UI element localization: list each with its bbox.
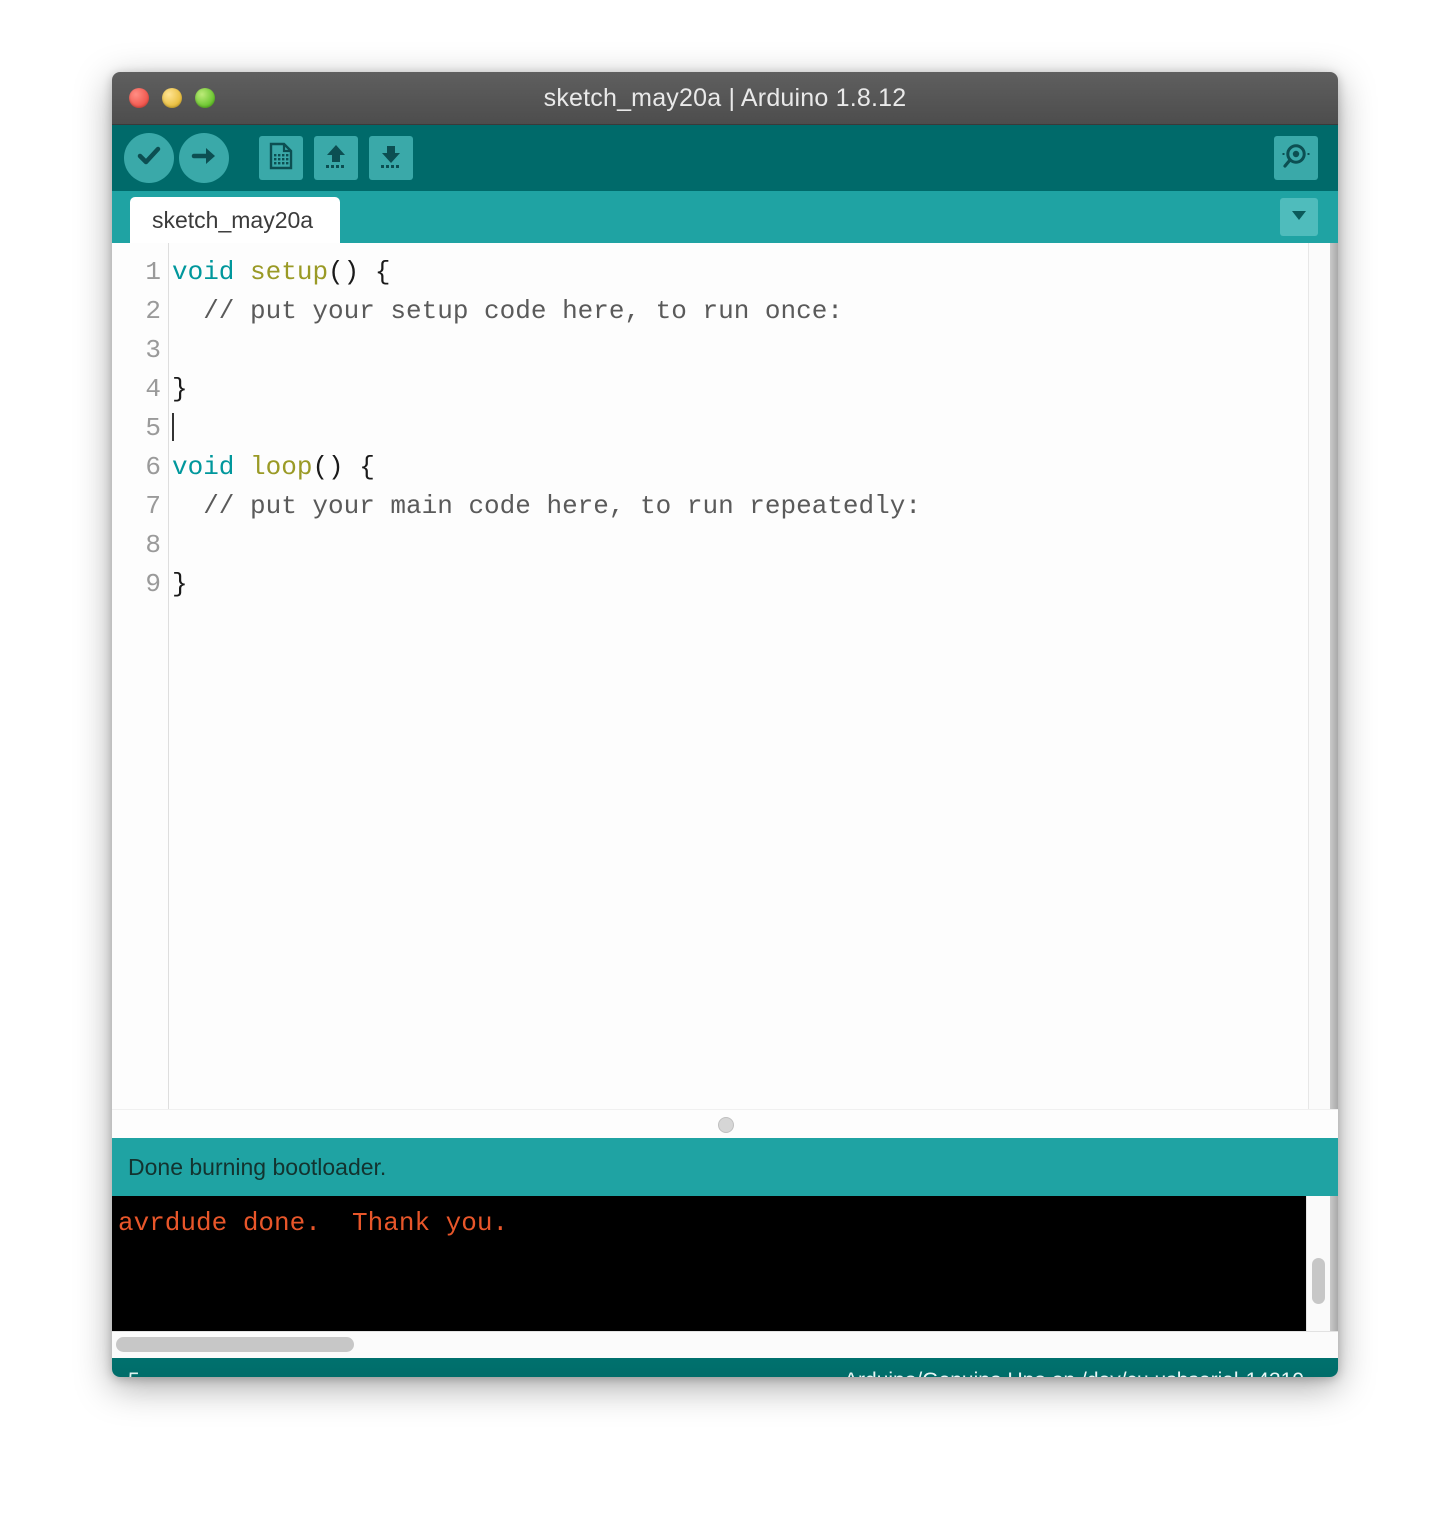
check-circle-icon bbox=[134, 141, 164, 176]
code-token: } bbox=[172, 569, 188, 599]
line-number: 2 bbox=[112, 292, 168, 331]
code-token bbox=[234, 452, 250, 482]
line-number: 8 bbox=[112, 526, 168, 565]
editor-console-splitter[interactable] bbox=[112, 1109, 1338, 1138]
bottom-status-bar: 5 Arduino/Genuino Uno on /dev/cu.usbseri… bbox=[112, 1358, 1338, 1377]
serial-monitor-button[interactable] bbox=[1274, 136, 1318, 180]
line-number: 6 bbox=[112, 448, 168, 487]
board-port-info: Arduino/Genuino Uno on /dev/cu.usbserial… bbox=[844, 1369, 1326, 1377]
console-h-scroll-thumb[interactable] bbox=[116, 1337, 354, 1352]
code-token: setup bbox=[250, 257, 328, 287]
tab-menu-button[interactable] bbox=[1280, 198, 1318, 236]
console-horizontal-scrollbar[interactable] bbox=[112, 1331, 1338, 1358]
code-token: // put your setup code here, to run once… bbox=[172, 296, 843, 326]
code-token: void bbox=[172, 452, 234, 482]
arrow-up-icon bbox=[322, 142, 350, 175]
status-message-bar: Done burning bootloader. bbox=[112, 1138, 1338, 1196]
save-sketch-button[interactable] bbox=[369, 136, 413, 180]
screenshot-stage: sketch_may20a | Arduino 1.8.12 bbox=[0, 0, 1450, 1526]
line-number: 1 bbox=[112, 253, 168, 292]
code-line bbox=[172, 331, 1308, 370]
console-row: avrdude done. Thank you. bbox=[112, 1196, 1338, 1331]
toolbar-right-group bbox=[1274, 136, 1318, 180]
line-number: 4 bbox=[112, 370, 168, 409]
status-message-text: Done burning bootloader. bbox=[128, 1154, 386, 1181]
sidebar-item-sketch-tab[interactable]: sketch_may20a bbox=[130, 197, 340, 243]
line-number-gutter: 123456789 bbox=[112, 243, 169, 1109]
console-vertical-scrollbar[interactable] bbox=[1306, 1196, 1330, 1331]
sketch-tabbar: sketch_may20a bbox=[112, 191, 1338, 243]
code-token: () { bbox=[312, 452, 374, 482]
chevron-down-icon bbox=[1289, 205, 1309, 230]
line-number: 3 bbox=[112, 331, 168, 370]
code-line: // put your main code here, to run repea… bbox=[172, 487, 1308, 526]
arrow-down-icon bbox=[377, 142, 405, 175]
window-title: sketch_may20a | Arduino 1.8.12 bbox=[112, 84, 1338, 113]
code-line: void setup() { bbox=[172, 253, 1308, 292]
arrow-right-circle-icon bbox=[189, 141, 219, 176]
console-scroll-thumb[interactable] bbox=[1312, 1258, 1325, 1304]
tab-label: sketch_may20a bbox=[152, 207, 313, 234]
code-line: } bbox=[172, 565, 1308, 604]
code-line bbox=[172, 409, 1308, 448]
console-output[interactable]: avrdude done. Thank you. bbox=[112, 1196, 1306, 1331]
code-token: () { bbox=[328, 257, 390, 287]
upload-button[interactable] bbox=[179, 133, 229, 183]
console-line: avrdude done. Thank you. bbox=[118, 1206, 1306, 1240]
console-edge-shade bbox=[1330, 1196, 1338, 1331]
line-number: 5 bbox=[112, 409, 168, 448]
line-number: 7 bbox=[112, 487, 168, 526]
code-line: void loop() { bbox=[172, 448, 1308, 487]
code-token: // put your main code here, to run repea… bbox=[172, 491, 921, 521]
code-token: } bbox=[172, 374, 188, 404]
window-titlebar: sketch_may20a | Arduino 1.8.12 bbox=[112, 72, 1338, 125]
main-toolbar bbox=[112, 125, 1338, 191]
code-text-area[interactable]: void setup() { // put your setup code he… bbox=[169, 243, 1308, 1109]
verify-button[interactable] bbox=[124, 133, 174, 183]
editor-vertical-scrollbar[interactable] bbox=[1308, 243, 1330, 1109]
editor-edge-shade bbox=[1330, 243, 1338, 1109]
code-token bbox=[234, 257, 250, 287]
magnifier-icon bbox=[1282, 142, 1310, 175]
code-line bbox=[172, 526, 1308, 565]
arduino-ide-window: sketch_may20a | Arduino 1.8.12 bbox=[112, 72, 1338, 1377]
new-document-icon bbox=[268, 142, 294, 175]
code-editor[interactable]: 123456789 void setup() { // put your set… bbox=[112, 243, 1338, 1109]
open-sketch-button[interactable] bbox=[314, 136, 358, 180]
new-sketch-button[interactable] bbox=[259, 136, 303, 180]
cursor-line-number: 5 bbox=[128, 1369, 140, 1377]
code-line: // put your setup code here, to run once… bbox=[172, 292, 1308, 331]
text-cursor bbox=[172, 413, 174, 441]
line-number: 9 bbox=[112, 565, 168, 604]
code-token: void bbox=[172, 257, 234, 287]
splitter-handle[interactable] bbox=[718, 1117, 734, 1133]
code-token: loop bbox=[250, 452, 312, 482]
code-line: } bbox=[172, 370, 1308, 409]
toolbar-button-group bbox=[124, 133, 413, 183]
